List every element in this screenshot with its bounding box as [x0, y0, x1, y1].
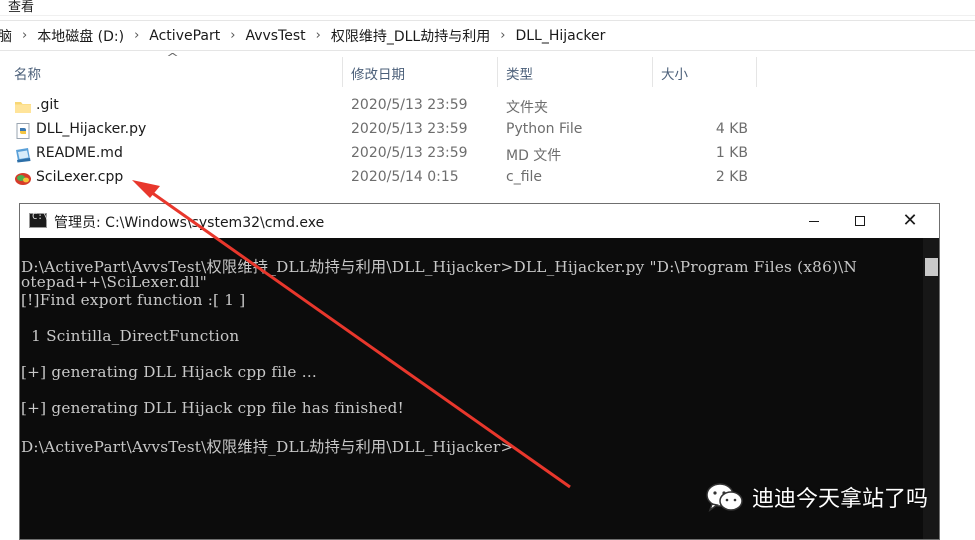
breadcrumb-item-this-pc[interactable]: 脑: [0, 26, 16, 46]
chevron-right-icon[interactable]: ›: [128, 28, 145, 43]
maximize-button[interactable]: [837, 204, 883, 238]
chevron-right-icon[interactable]: ›: [310, 28, 327, 43]
console-line: 1 Scintilla_DirectFunction: [21, 327, 240, 345]
breadcrumb-item-dll-hijack-folder[interactable]: 权限维持_DLL劫持与利用: [327, 26, 494, 46]
column-header-type[interactable]: 类型: [506, 63, 646, 83]
file-row[interactable]: README.md 2020/5/13 23:59 MD 文件 1 KB: [0, 143, 975, 167]
watermark-text: 迪迪今天拿站了吗: [752, 487, 929, 512]
file-size: 2 KB: [715, 169, 748, 185]
breadcrumb[interactable]: 脑 › 本地磁盘 (D:) › ActivePart › AvvsTest › …: [0, 20, 975, 51]
watermark: 迪迪今天拿站了吗: [704, 478, 954, 518]
column-divider[interactable]: [756, 57, 757, 87]
column-header-name[interactable]: 名称: [14, 63, 334, 83]
file-list: .git 2020/5/13 23:59 文件夹 DLL_Hijacker.py…: [0, 95, 975, 191]
console-prompt-line: D:\ActivePart\AvvsTest\权限维持_DLL劫持与利用\DLL…: [21, 438, 514, 456]
close-icon: ✕: [902, 210, 918, 231]
file-type: 文件夹: [506, 100, 548, 116]
file-row[interactable]: .git 2020/5/13 23:59 文件夹: [0, 95, 975, 119]
file-modified: 2020/5/13 23:59: [351, 145, 468, 161]
file-type: Python File: [506, 121, 583, 137]
chevron-right-icon[interactable]: ›: [224, 28, 241, 43]
column-divider[interactable]: [652, 57, 653, 87]
wechat-icon: [706, 483, 743, 512]
file-row[interactable]: SciLexer.cpp 2020/5/14 0:15 c_file 2 KB: [0, 167, 975, 191]
column-divider[interactable]: [497, 57, 498, 87]
file-type: c_file: [506, 169, 543, 185]
column-divider[interactable]: [342, 57, 343, 87]
console-icon[interactable]: C:\: [29, 212, 48, 228]
column-header-modified[interactable]: 修改日期: [351, 63, 491, 83]
file-row[interactable]: DLL_Hijacker.py 2020/5/13 23:59 Python F…: [0, 119, 975, 143]
file-size: 4 KB: [715, 121, 748, 137]
breadcrumb-item-activepart[interactable]: ActivePart: [145, 28, 224, 44]
python-file-icon: [16, 123, 30, 139]
breadcrumb-item-dll-hijacker[interactable]: DLL_Hijacker: [511, 28, 609, 44]
scrollbar-thumb[interactable]: [925, 258, 938, 276]
close-button[interactable]: ✕: [887, 204, 933, 238]
ribbon-strip: 查看: [0, 0, 975, 16]
file-name: README.md: [36, 145, 123, 161]
minimize-icon: [809, 220, 819, 222]
file-type: MD 文件: [506, 148, 562, 164]
cpp-file-icon: [15, 173, 31, 185]
minimize-button[interactable]: [791, 204, 837, 238]
maximize-icon: [855, 216, 865, 226]
column-header-size[interactable]: 大小: [661, 63, 751, 83]
file-name: SciLexer.cpp: [36, 169, 124, 185]
cmd-titlebar[interactable]: C:\ 管理员: C:\Windows\system32\cmd.exe ✕: [20, 204, 939, 238]
folder-icon: [15, 102, 31, 113]
file-name: DLL_Hijacker.py: [36, 121, 147, 137]
console-line: [+] generating DLL Hijack cpp file ...: [21, 363, 317, 381]
console-line: otepad++\SciLexer.dll": [21, 273, 208, 291]
console-line: [!]Find export function :[ 1 ]: [21, 291, 246, 309]
file-modified: 2020/5/13 23:59: [351, 121, 468, 137]
file-modified: 2020/5/13 23:59: [351, 97, 468, 113]
file-size: 1 KB: [715, 145, 748, 161]
file-name: .git: [36, 97, 59, 113]
breadcrumb-item-avvstest[interactable]: AvvsTest: [241, 28, 309, 44]
breadcrumb-item-drive-d[interactable]: 本地磁盘 (D:): [33, 26, 128, 46]
markdown-file-icon: [16, 148, 31, 163]
cmd-window-title: 管理员: C:\Windows\system32\cmd.exe: [54, 215, 325, 231]
chevron-right-icon[interactable]: ›: [16, 28, 33, 43]
tab-view[interactable]: 查看: [8, 0, 34, 15]
chevron-right-icon[interactable]: ›: [494, 28, 511, 43]
column-headers: ^ 名称 修改日期 类型 大小: [0, 51, 975, 89]
file-modified: 2020/5/14 0:15: [351, 169, 459, 185]
console-line: [+] generating DLL Hijack cpp file has f…: [21, 399, 404, 417]
